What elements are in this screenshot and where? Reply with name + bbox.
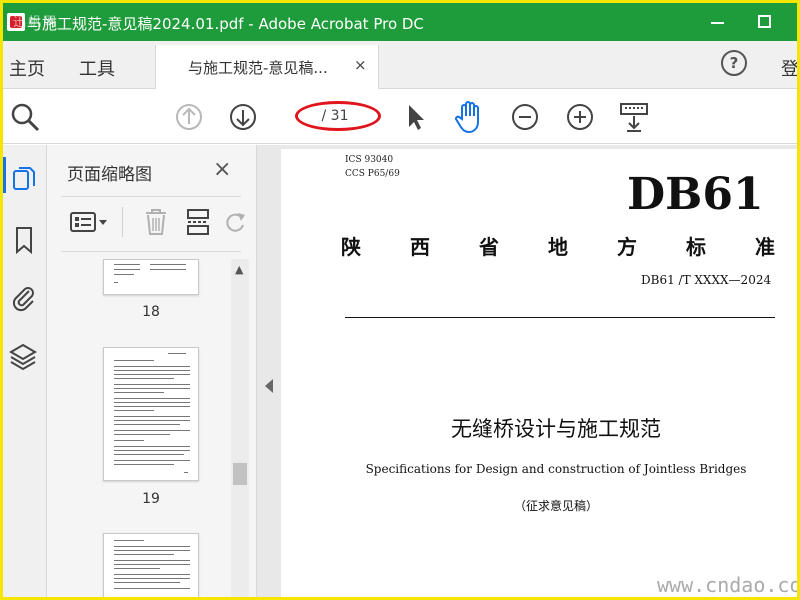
- search-icon[interactable]: [9, 101, 41, 133]
- hand-tool-icon[interactable]: [453, 99, 487, 135]
- maximize-button[interactable]: [758, 15, 771, 28]
- rotate-page-icon[interactable]: [223, 207, 249, 237]
- thumbnail-panel: 页面缩略图 × 18 19 ▲: [47, 145, 257, 597]
- title-char: 标: [686, 235, 706, 259]
- tool-divider: [122, 207, 123, 237]
- title-char: 省: [479, 235, 499, 259]
- zoom-in-icon[interactable]: [564, 101, 596, 133]
- minimize-button[interactable]: [709, 13, 727, 31]
- ics-code: ICS 93040: [345, 155, 394, 165]
- title-char: 准: [755, 235, 775, 259]
- english-title: Specifications for Design and constructi…: [365, 462, 747, 476]
- title-bar: 迅帆网 与施工规范-意见稿2024.01.pdf - Adobe Acrobat…: [3, 3, 797, 41]
- toolbar: / 31: [3, 89, 797, 144]
- zoom-out-icon[interactable]: [509, 101, 541, 133]
- ccs-code: CCS P65/69: [345, 169, 400, 179]
- highlight-ellipse: [295, 101, 381, 131]
- thumbnail-options-icon[interactable]: [69, 207, 111, 237]
- tab-home[interactable]: 主页: [9, 55, 45, 81]
- previous-page-icon[interactable]: [173, 101, 205, 133]
- title-char: 陕: [341, 235, 361, 259]
- horizontal-rule: [345, 317, 775, 318]
- thumbnail-label: 19: [142, 491, 160, 507]
- tab-tools[interactable]: 工具: [79, 55, 115, 81]
- scroll-up-icon[interactable]: ▲: [235, 263, 243, 276]
- panel-divider-2: [61, 251, 241, 252]
- page-thumbnail-20[interactable]: [103, 533, 199, 597]
- scrollbar-thumb[interactable]: [233, 463, 247, 485]
- page-thumbnail-18[interactable]: [103, 259, 199, 295]
- keyboard-download-icon[interactable]: [617, 101, 651, 133]
- help-icon[interactable]: ?: [721, 50, 747, 76]
- thumbnail-label: 18: [142, 304, 160, 320]
- next-page-icon[interactable]: [227, 101, 259, 133]
- panel-divider: [61, 196, 241, 197]
- site-watermark-bottom: www.cndao.com: [657, 573, 797, 597]
- standard-prefix: DB61: [627, 169, 764, 220]
- title-char: 方: [617, 235, 637, 259]
- document-tab-close-icon[interactable]: ×: [354, 56, 367, 74]
- page-number-field[interactable]: / 31: [293, 101, 381, 131]
- insert-page-icon[interactable]: [185, 207, 211, 237]
- select-cursor-icon[interactable]: [403, 101, 429, 133]
- title-char: 西: [410, 235, 430, 259]
- thumbnail-scrollbar[interactable]: ▲: [231, 259, 249, 597]
- left-navigation: [3, 145, 47, 597]
- document-view[interactable]: ICS 93040 CCS P65/69 DB61 陕 西 省 地 方 标 准 …: [257, 145, 797, 597]
- layers-icon[interactable]: [9, 341, 37, 373]
- title-char: 地: [548, 235, 568, 259]
- active-indicator: [3, 157, 6, 193]
- attachment-icon[interactable]: [9, 281, 37, 313]
- delete-page-icon[interactable]: [143, 207, 169, 237]
- draft-label: （征求意见稿）: [513, 499, 598, 513]
- sign-in-link[interactable]: 登: [781, 55, 797, 81]
- chinese-title: 无缝桥设计与施工规范: [451, 417, 661, 441]
- window-title: 与施工规范-意见稿2024.01.pdf - Adobe Acrobat Pro…: [27, 15, 424, 33]
- page-thumbnails-icon[interactable]: [11, 165, 37, 195]
- collapse-panel-arrow-icon[interactable]: [265, 379, 273, 393]
- standard-type-title: 陕 西 省 地 方 标 准: [341, 231, 775, 260]
- document-tab-label: 与施工规范-意见稿...: [188, 59, 328, 77]
- standard-code: DB61 /T XXXX—2024: [641, 273, 772, 287]
- pdf-page: ICS 93040 CCS P65/69 DB61 陕 西 省 地 方 标 准 …: [281, 149, 797, 597]
- document-tab[interactable]: 与施工规范-意见稿... ×: [155, 45, 379, 90]
- page-thumbnail-19[interactable]: [103, 347, 199, 481]
- panel-title: 页面缩略图: [67, 165, 152, 185]
- bookmark-icon[interactable]: [13, 225, 35, 255]
- panel-close-icon[interactable]: ×: [213, 157, 231, 182]
- menu-bar: 主页 工具 与施工规范-意见稿... × ? 登: [3, 41, 797, 90]
- acrobat-window: 迅帆网 与施工规范-意见稿2024.01.pdf - Adobe Acrobat…: [3, 3, 797, 597]
